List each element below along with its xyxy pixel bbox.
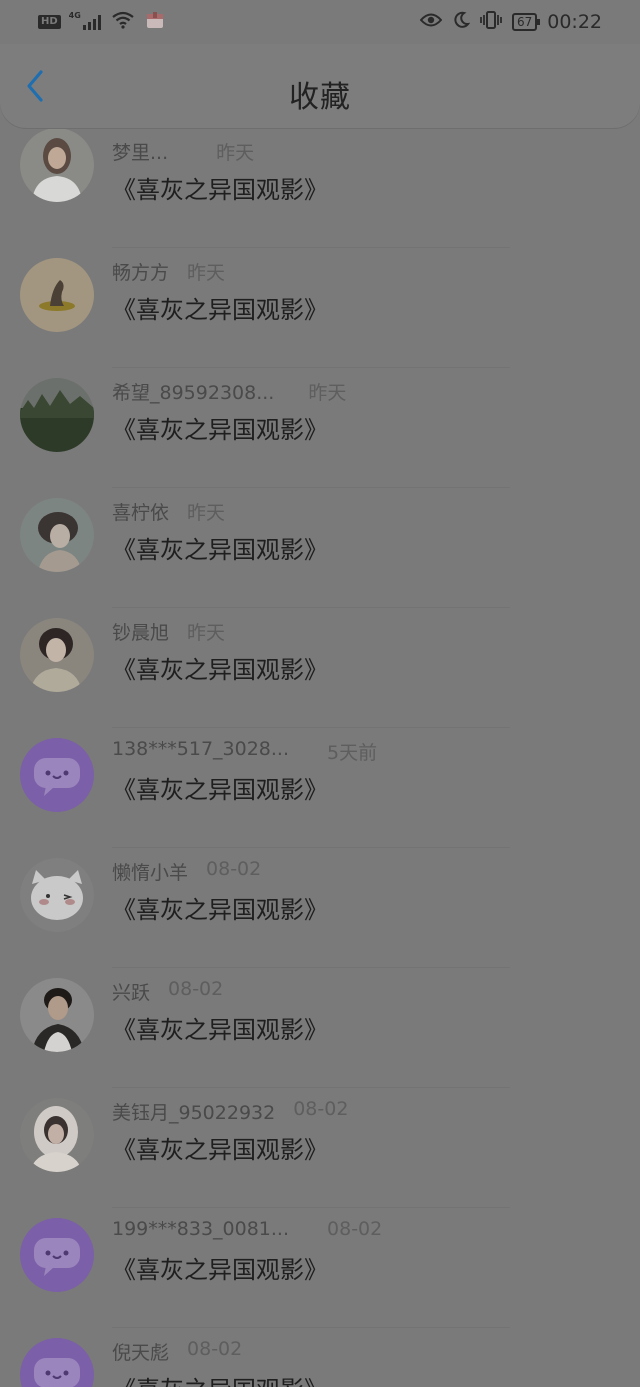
item-content: 《喜灰之异国观影》 (112, 1016, 328, 1044)
avatar[interactable] (20, 1098, 94, 1172)
timestamp: 08-02 (206, 858, 262, 880)
item-meta: 钞晨旭 昨天 (112, 618, 225, 645)
user-name: 美钰月_95022932 (112, 1102, 276, 1124)
list-item[interactable]: 钞晨旭 昨天 《喜灰之异国观影》 (0, 608, 640, 728)
list-item[interactable]: 希望_89592308... 昨天 《喜灰之异国观影》 (0, 368, 640, 488)
item-meta: 懒惰小羊 08-02 (112, 858, 261, 885)
item-content: 《喜灰之异国观影》 (112, 896, 328, 924)
timestamp: 08-02 (293, 1098, 349, 1120)
item-meta: 梦里... 昨天 (112, 138, 254, 165)
hd-badge: HD (38, 15, 61, 29)
battery-indicator: 67 (511, 13, 541, 31)
page-title: 收藏 (289, 80, 351, 115)
timestamp: 昨天 (216, 142, 255, 164)
timestamp: 08-02 (327, 1218, 383, 1240)
favorites-list: 梦里... 昨天 《喜灰之异国观影》 畅方方 昨天 《喜灰之异国观影》 希望_8… (0, 128, 640, 1387)
user-name: 懒惰小羊 (112, 862, 189, 884)
user-name: 希望_89592308... (112, 382, 275, 404)
timestamp: 08-02 (187, 1338, 243, 1360)
network-type-label: 4G (68, 11, 81, 20)
item-content: 《喜灰之异国观影》 (112, 416, 328, 444)
list-item[interactable]: 美钰月_95022932 08-02 《喜灰之异国观影》 (0, 1088, 640, 1208)
user-name: 138***517_3028... (112, 738, 290, 760)
timestamp: 08-02 (168, 978, 224, 1000)
user-name: 梦里... (112, 142, 169, 164)
list-item[interactable]: 梦里... 昨天 《喜灰之异国观影》 (0, 128, 640, 248)
avatar[interactable] (20, 978, 94, 1052)
timestamp: 5天前 (327, 742, 378, 764)
avatar[interactable] (20, 128, 94, 202)
item-content: 《喜灰之异国观影》 (112, 656, 328, 684)
list-item[interactable]: 兴跃 08-02 《喜灰之异国观影》 (0, 968, 640, 1088)
item-content: 《喜灰之异国观影》 (112, 1370, 328, 1387)
notification-app-icon (145, 10, 165, 35)
avatar[interactable] (20, 258, 94, 332)
user-name: 喜柠依 (112, 502, 170, 524)
item-meta: 希望_89592308... 昨天 (112, 378, 346, 405)
list-item[interactable]: 畅方方 昨天 《喜灰之异国观影》 (0, 248, 640, 368)
header-bar: 收藏 (0, 44, 640, 128)
user-name: 倪天彪 (112, 1342, 170, 1364)
moon-icon (452, 11, 471, 34)
clock: 00:22 (547, 11, 602, 33)
cellular-signal-icon: 4G (68, 11, 101, 30)
status-right: 67 00:22 (419, 10, 602, 35)
item-content: 《喜灰之异国观影》 (112, 296, 328, 324)
avatar[interactable] (20, 378, 94, 452)
item-content: 《喜灰之异国观影》 (112, 776, 328, 804)
item-meta: 199***833_0081... 08-02 (112, 1218, 382, 1240)
vibrate-icon (480, 10, 502, 35)
list-item[interactable]: 倪天彪 08-02 《喜灰之异国观影》 (0, 1328, 640, 1387)
eye-icon (419, 12, 443, 33)
wifi-icon (111, 11, 135, 34)
item-meta: 畅方方 昨天 (112, 258, 225, 285)
avatar[interactable] (20, 1338, 94, 1387)
item-meta: 兴跃 08-02 (112, 978, 223, 1005)
timestamp: 昨天 (187, 262, 226, 284)
item-content: 《喜灰之异国观影》 (112, 1256, 328, 1284)
avatar[interactable] (20, 858, 94, 932)
list-item[interactable]: 懒惰小羊 08-02 《喜灰之异国观影》 (0, 848, 640, 968)
avatar[interactable] (20, 618, 94, 692)
user-name: 钞晨旭 (112, 622, 170, 644)
status-left: HD 4G (38, 10, 165, 35)
timestamp: 昨天 (187, 622, 226, 644)
avatar[interactable] (20, 738, 94, 812)
user-name: 199***833_0081... (112, 1218, 290, 1240)
timestamp: 昨天 (187, 502, 226, 524)
item-content: 《喜灰之异国观影》 (112, 176, 328, 204)
item-meta: 倪天彪 08-02 (112, 1338, 242, 1365)
item-meta: 美钰月_95022932 08-02 (112, 1098, 348, 1125)
list-item[interactable]: 138***517_3028... 5天前 《喜灰之异国观影》 (0, 728, 640, 848)
avatar[interactable] (20, 498, 94, 572)
item-content: 《喜灰之异国观影》 (112, 536, 328, 564)
status-bar: HD 4G 67 00:22 (0, 0, 640, 44)
avatar[interactable] (20, 1218, 94, 1292)
item-meta: 喜柠依 昨天 (112, 498, 225, 525)
chat-bubble-icon (20, 1338, 94, 1387)
list-item[interactable]: 喜柠依 昨天 《喜灰之异国观影》 (0, 488, 640, 608)
chat-bubble-icon (20, 1218, 94, 1292)
item-content: 《喜灰之异国观影》 (112, 1136, 328, 1164)
user-name: 畅方方 (112, 262, 170, 284)
user-name: 兴跃 (112, 982, 151, 1004)
chat-bubble-icon (20, 738, 94, 812)
list-item[interactable]: 199***833_0081... 08-02 《喜灰之异国观影》 (0, 1208, 640, 1328)
timestamp: 昨天 (308, 382, 347, 404)
item-meta: 138***517_3028... 5天前 (112, 738, 377, 765)
